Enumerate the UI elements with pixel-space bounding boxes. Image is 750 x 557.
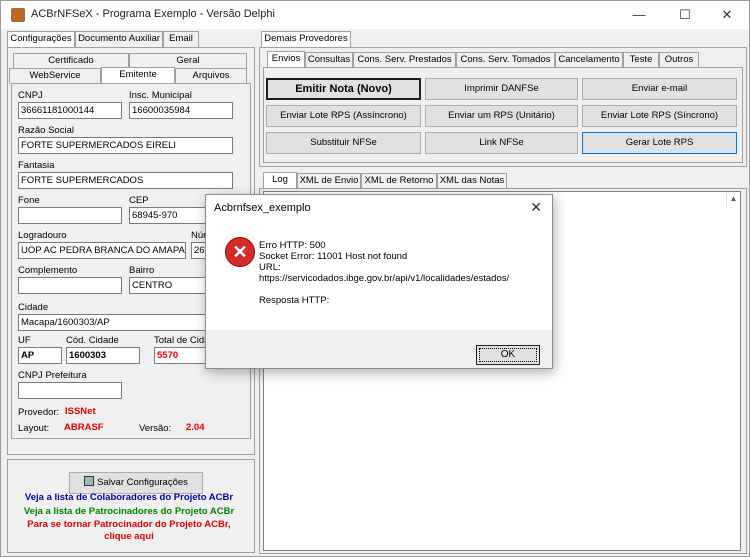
link-nfse-button[interactable]: Link NFSe (425, 132, 578, 154)
total-cidades-field: 5570 (154, 347, 206, 364)
tab-xml-notas[interactable]: XML das Notas (437, 173, 507, 189)
error-dialog: Acbrnfsex_exemplo ✕ ✕ Erro HTTP: 500 Soc… (205, 194, 553, 369)
tab-log[interactable]: Log (263, 172, 297, 188)
uf-label: UF (18, 335, 31, 346)
insc-municipal-field[interactable]: 16600035984 (129, 102, 233, 119)
salvar-configuracoes-button[interactable]: Salvar Configurações (69, 472, 203, 494)
tab-demais-provedores[interactable]: Demais Provedores (261, 31, 351, 47)
insc-municipal-label: Insc. Municipal (129, 90, 192, 101)
cnpj-prefeitura-field[interactable] (18, 382, 122, 399)
versao-value: 2.04 (186, 422, 205, 433)
imprimir-danfse-button[interactable]: Imprimir DANFSe (425, 78, 578, 100)
layout-label: Layout: (18, 423, 50, 434)
tab-webservice[interactable]: WebService (9, 68, 101, 84)
ok-focus-ring (479, 348, 537, 362)
logradouro-field[interactable]: UOP AC PEDRA BRANCA DO AMAPARI - (18, 242, 186, 259)
cod-cidade-label: Cód. Cidade (66, 335, 119, 346)
enviar-um-rps-button[interactable]: Enviar um RPS (Unitário) (425, 105, 578, 127)
main-window: ACBrNFSeX - Programa Exemplo - Versão De… (0, 0, 750, 557)
layout-value: ABRASF (64, 422, 104, 433)
tab-cons-serv-tomados[interactable]: Cons. Serv. Tomados (456, 52, 555, 68)
fantasia-label: Fantasia (18, 160, 55, 171)
bairro-label: Bairro (129, 265, 155, 276)
app-icon (11, 8, 25, 22)
tab-documento-auxiliar[interactable]: Documento Auxiliar (75, 31, 163, 47)
total-cidades-label: Total de Cida (154, 335, 210, 346)
complemento-label: Complemento (18, 265, 78, 276)
colaboradores-link[interactable]: Veja a lista de Colaboradores do Projeto… (7, 492, 251, 503)
title-bar: ACBrNFSeX - Programa Exemplo - Versão De… (1, 1, 749, 29)
patrocinadores-link[interactable]: Veja a lista de Patrocinadores do Projet… (7, 506, 251, 517)
maximize-button[interactable]: ☐ (663, 1, 707, 29)
tab-outros[interactable]: Outros (659, 52, 699, 68)
window-title: ACBrNFSeX - Programa Exemplo - Versão De… (31, 8, 275, 20)
tab-emitente[interactable]: Emitente (101, 67, 175, 83)
versao-label: Versão: (139, 423, 172, 434)
bairro-field[interactable]: CENTRO (129, 277, 207, 294)
resposta-http-label: Resposta HTTP: (259, 295, 330, 306)
cod-cidade-field[interactable]: 1600303 (66, 347, 140, 364)
close-button[interactable]: ✕ (705, 1, 749, 29)
tab-arquivos[interactable]: Arquivos (175, 68, 247, 84)
tab-teste[interactable]: Teste (623, 52, 659, 68)
logradouro-label: Logradouro (18, 230, 67, 241)
tab-envios[interactable]: Envios (267, 51, 305, 67)
razao-social-field[interactable]: FORTE SUPERMERCADOS EIRELI (18, 137, 233, 154)
gerar-lote-rps-button[interactable]: Gerar Lote RPS (582, 132, 737, 154)
ok-button[interactable]: OK (476, 345, 540, 365)
tornar-patrocinador-link[interactable]: Para se tornar Patrocinador do Projeto A… (7, 519, 251, 530)
enviar-lote-assincrono-button[interactable]: Enviar Lote RPS (Assíncrono) (266, 105, 421, 127)
tab-cancelamento[interactable]: Cancelamento (555, 52, 623, 68)
enviar-lote-sincrono-button[interactable]: Enviar Lote RPS (Síncrono) (582, 105, 737, 127)
tab-cons-serv-prestados[interactable]: Cons. Serv. Prestados (353, 52, 456, 68)
tab-consultas[interactable]: Consultas (305, 52, 353, 68)
uf-field[interactable]: AP (18, 347, 62, 364)
cnpj-prefeitura-label: CNPJ Prefeitura (18, 370, 87, 381)
dialog-close-button[interactable]: ✕ (530, 199, 542, 216)
cep-field[interactable]: 68945-970 (129, 207, 207, 224)
cnpj-field[interactable]: 36661181000144 (18, 102, 122, 119)
fone-label: Fone (18, 195, 40, 206)
razao-social-label: Razão Social (18, 125, 74, 136)
url-value: https://servicodados.ibge.gov.br/api/v1/… (259, 273, 510, 284)
error-icon: ✕ (225, 237, 255, 267)
dialog-footer: OK (206, 330, 552, 368)
cidade-label: Cidade (18, 302, 49, 313)
fantasia-field[interactable]: FORTE SUPERMERCADOS (18, 172, 233, 189)
tab-configuracoes[interactable]: Configurações (7, 31, 75, 47)
substituir-nfse-button[interactable]: Substituir NFSe (266, 132, 421, 154)
enviar-email-button[interactable]: Enviar e-mail (582, 78, 737, 100)
tab-xml-envio[interactable]: XML de Envio (297, 173, 361, 189)
tab-xml-retorno[interactable]: XML de Retorno (361, 173, 437, 189)
cnpj-label: CNPJ (18, 90, 43, 101)
provedor-value: ISSNet (65, 406, 96, 417)
complemento-field[interactable] (18, 277, 122, 294)
salvar-configuracoes-label: Salvar Configurações (97, 477, 188, 488)
minimize-button[interactable]: — (617, 1, 661, 29)
cidade-field[interactable]: Macapa/1600303/AP (18, 314, 206, 331)
clique-aqui-link[interactable]: clique aqui (7, 531, 251, 542)
dialog-title: Acbrnfsex_exemplo (214, 202, 311, 214)
error-http-text: Erro HTTP: 500 (259, 240, 326, 251)
provedor-label: Provedor: (18, 407, 60, 418)
cep-label: CEP (129, 195, 149, 206)
fone-field[interactable] (18, 207, 122, 224)
scroll-up-arrow-icon[interactable]: ▲ (726, 192, 740, 206)
save-icon (84, 476, 95, 486)
socket-error-text: Socket Error: 11001 Host not found (259, 251, 408, 262)
url-label: URL: (259, 262, 281, 273)
emitir-nota-button[interactable]: Emitir Nota (Novo) (266, 78, 421, 100)
tab-email[interactable]: Email (163, 31, 199, 47)
